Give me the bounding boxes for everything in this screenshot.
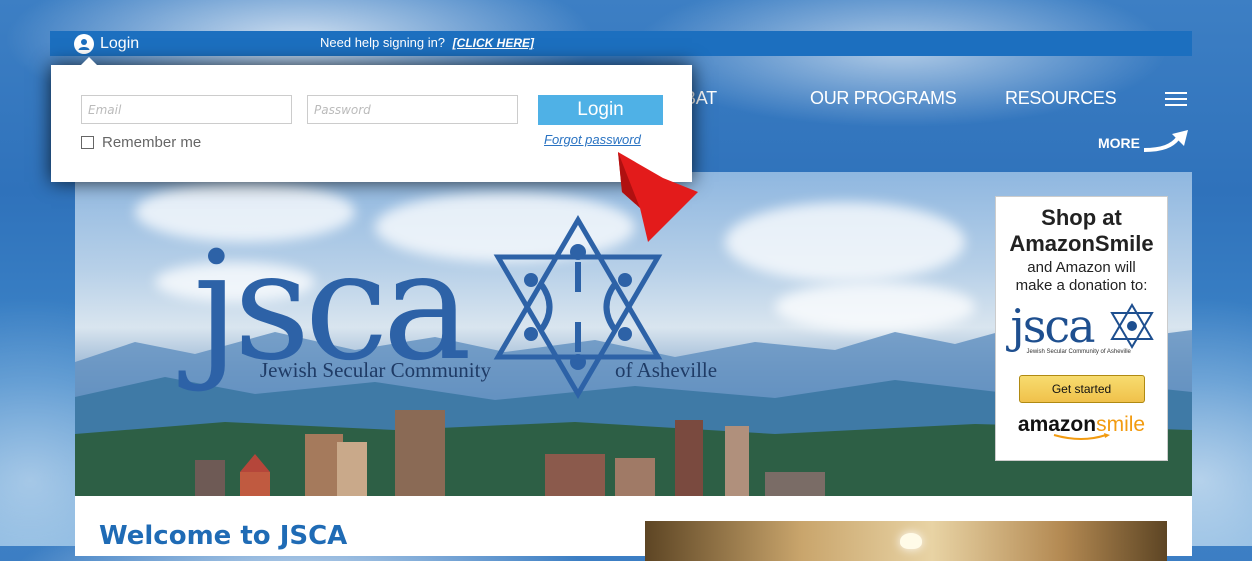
nav-item-our-programs[interactable]: OUR PROGRAMS [810,88,957,109]
email-field[interactable] [81,95,292,124]
amazon-smile-ad[interactable]: Shop at AmazonSmile and Amazon will make… [995,196,1168,461]
brand-smile: smile [1096,413,1146,436]
remember-me[interactable]: Remember me [81,134,201,151]
main-content: Welcome to JSCA [75,496,1192,561]
password-field[interactable] [307,95,518,124]
login-button[interactable]: Login [538,95,663,125]
ad-logo-caption: Jewish Secular Community of Asheville [1026,349,1131,355]
content-photo [645,521,1167,561]
top-login-bar: Login Need help signing in? [CLICK HERE] [50,31,1192,56]
lamp-icon [900,533,922,549]
remember-me-label: Remember me [102,134,202,151]
signin-help-text: Need help signing in? [320,35,446,50]
banner-subtitle-left: Jewish Secular Community [260,358,491,382]
red-pointer-arrow-icon [618,152,698,242]
more-label: MORE [1098,135,1140,151]
banner-subtitle-right: of Asheville [615,358,718,382]
forgot-password-link[interactable]: Forgot password [544,132,641,147]
ad-jsca-logo: jsca Jewish Secular Community of Ashevil… [1007,299,1157,365]
ad-sub-line1: and Amazon will [1027,259,1136,276]
ad-logo-text: jsca [1010,299,1096,353]
more-link[interactable]: MORE [1098,128,1194,158]
curved-arrow-icon [1143,130,1188,152]
amazon-smile-brand: amazonsmile [996,413,1167,437]
remember-me-checkbox[interactable] [81,136,94,149]
ad-sub-line2: make a donation to: [1015,277,1148,294]
hamburger-menu-icon[interactable] [1165,92,1187,108]
ad-star-icon [1109,303,1154,349]
signin-help: Need help signing in? [CLICK HERE] [320,35,534,50]
login-panel: Login Remember me Forgot password [51,57,692,182]
get-started-button[interactable]: Get started [1018,375,1145,403]
signin-help-link[interactable]: [CLICK HERE] [453,36,534,50]
ad-title-line2: AmazonSmile [1009,231,1154,256]
login-toggle-label: Login [100,34,140,52]
brand-amazon: amazon [1017,413,1097,436]
nav-item-resources[interactable]: RESOURCES [1005,88,1117,109]
user-icon [74,33,94,54]
ad-title-line1: Shop at [1041,205,1122,230]
login-toggle[interactable]: Login [74,31,139,56]
welcome-heading: Welcome to JSCA [99,521,348,551]
